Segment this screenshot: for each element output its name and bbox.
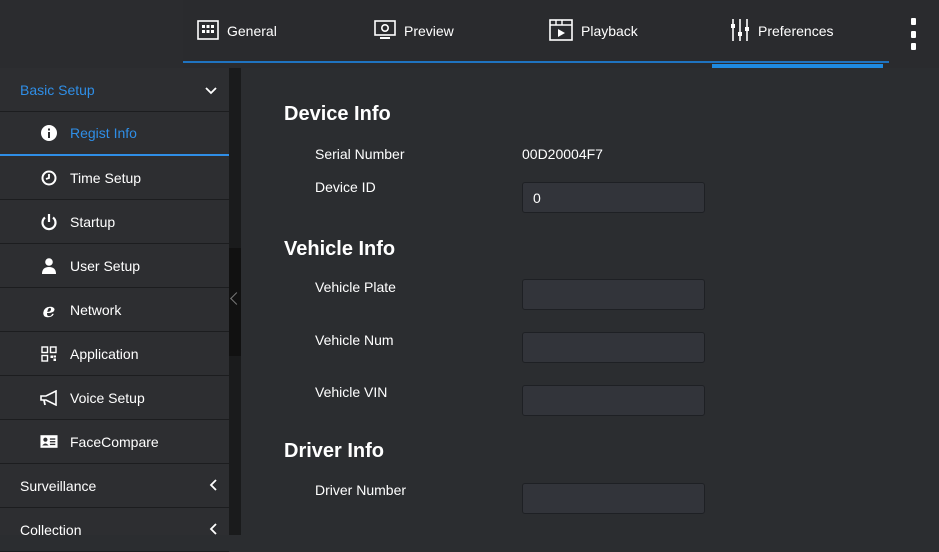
vehicle-vin-label: Vehicle VIN xyxy=(315,384,388,400)
sidebar-item-label: Regist Info xyxy=(70,125,137,141)
network-icon: e xyxy=(42,297,56,322)
vehicle-vin-field[interactable] xyxy=(522,385,705,416)
sidebar-item-label: Application xyxy=(70,345,139,362)
sidebar-item-startup[interactable]: Startup xyxy=(0,200,229,244)
tab-preview[interactable]: Preview xyxy=(374,0,454,62)
vehicle-num-label: Vehicle Num xyxy=(315,332,394,348)
serial-number-label: Serial Number xyxy=(315,146,405,162)
device-id-field[interactable] xyxy=(522,182,705,213)
sidebar-section-label: Collection xyxy=(20,521,82,538)
sidebar-item-label: Startup xyxy=(70,213,116,230)
collapse-sidebar-handle[interactable] xyxy=(229,248,241,356)
sidebar-section-surveillance[interactable]: Surveillance xyxy=(0,464,229,508)
sidebar-item-label: Voice Setup xyxy=(70,389,145,406)
more-menu-icon[interactable] xyxy=(906,18,920,50)
id-card-icon xyxy=(40,433,58,451)
general-icon xyxy=(197,19,219,43)
vehicle-info-title: Vehicle Info xyxy=(284,238,396,260)
info-icon xyxy=(40,124,58,142)
driver-info-title: Driver Info xyxy=(284,440,385,462)
sidebar-item-facecompare[interactable]: FaceCompare xyxy=(0,420,229,464)
nav-underline xyxy=(183,61,889,63)
vehicle-plate-field[interactable] xyxy=(522,279,705,310)
sidebar-item-regist-info[interactable]: Regist Info xyxy=(0,112,229,156)
user-icon xyxy=(40,257,58,275)
top-nav: General Preview Playback Preferences xyxy=(0,0,939,69)
tab-preferences[interactable]: Preferences xyxy=(711,0,885,69)
power-icon xyxy=(40,213,58,231)
chevron-left-icon xyxy=(209,478,217,494)
chevron-down-icon xyxy=(205,82,217,98)
clock-icon xyxy=(40,169,58,187)
main-content: Device Info Serial Number 00D20004F7 Dev… xyxy=(241,68,939,535)
sidebar-section-collection[interactable]: Collection xyxy=(0,508,229,552)
serial-number-value: 00D20004F7 xyxy=(522,146,603,162)
sidebar-item-voice-setup[interactable]: Voice Setup xyxy=(0,376,229,420)
vehicle-plate-label: Vehicle Plate xyxy=(315,279,396,295)
megaphone-icon xyxy=(40,389,58,407)
tab-playback-label: Playback xyxy=(581,23,638,39)
sidebar-item-label: FaceCompare xyxy=(70,433,159,450)
sidebar-item-label: Time Setup xyxy=(70,169,142,186)
sidebar-group-basic-setup[interactable]: Basic Setup xyxy=(0,68,229,112)
driver-number-field[interactable] xyxy=(522,483,705,514)
vehicle-num-field[interactable] xyxy=(522,332,705,363)
sidebar: Basic Setup Regist Info Time Setup Start… xyxy=(0,68,229,552)
sidebar-item-time-setup[interactable]: Time Setup xyxy=(0,156,229,200)
top-nav-blank xyxy=(0,0,183,68)
tab-preferences-label: Preferences xyxy=(758,23,834,39)
device-id-label: Device ID xyxy=(315,179,376,195)
apps-icon xyxy=(40,345,58,363)
sidebar-item-user-setup[interactable]: User Setup xyxy=(0,244,229,288)
sidebar-splitter[interactable] xyxy=(229,68,241,535)
sidebar-item-label: Network xyxy=(70,301,122,318)
tab-general[interactable]: General xyxy=(197,0,277,62)
sidebar-section-label: Surveillance xyxy=(20,477,97,494)
tab-general-label: General xyxy=(227,23,277,39)
sidebar-group-label: Basic Setup xyxy=(20,81,95,98)
playback-icon xyxy=(549,18,573,44)
monitor-icon xyxy=(374,19,396,43)
sidebar-item-application[interactable]: Application xyxy=(0,332,229,376)
sidebar-item-label: User Setup xyxy=(70,257,141,274)
sidebar-item-network[interactable]: e Network xyxy=(0,288,229,332)
driver-number-label: Driver Number xyxy=(315,482,407,498)
sliders-icon xyxy=(730,18,750,45)
device-info-title: Device Info xyxy=(284,103,391,125)
tab-playback[interactable]: Playback xyxy=(549,0,638,62)
tab-preview-label: Preview xyxy=(404,23,454,39)
chevron-left-icon xyxy=(209,522,217,538)
